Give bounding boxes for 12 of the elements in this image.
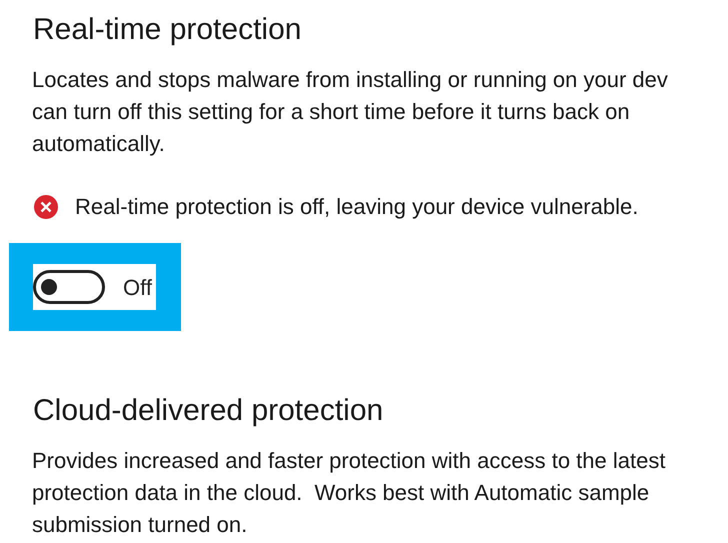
section-title: Cloud-delivered protection (33, 393, 384, 429)
toggle-switch[interactable] (33, 270, 105, 304)
section-title: Real-time protection (33, 12, 302, 48)
error-icon (33, 194, 59, 220)
description-line: Locates and stops malware from installing or running on your dev (32, 66, 668, 94)
description-line: automatically. (32, 130, 165, 158)
description-line: submission turned on. (32, 511, 248, 539)
warning-text: Real-time protection is off, leaving your device vulnerable. (75, 193, 638, 221)
description-line: Provides increased and faster protection with access to the latest (32, 447, 666, 475)
description-line: can turn off this setting for a short time before it turns back on (32, 98, 630, 126)
description-line: protection data in the cloud. Works best with Automatic sample (32, 479, 650, 507)
toggle-label: Off (123, 274, 152, 302)
